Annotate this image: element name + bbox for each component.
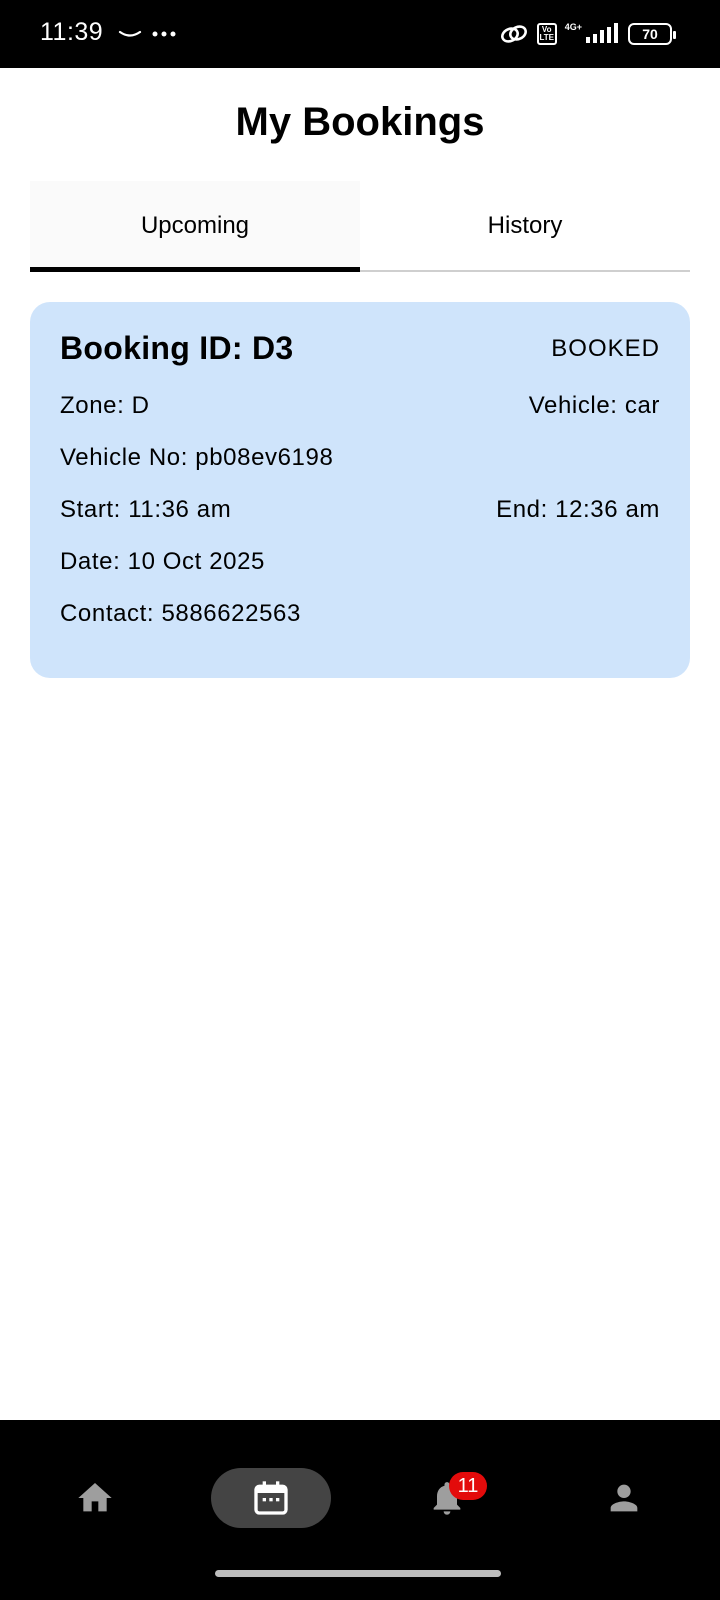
- gesture-home-indicator[interactable]: [215, 1570, 501, 1577]
- notification-count-badge: 11: [449, 1472, 487, 1500]
- booking-vehicle-no-row: Vehicle No: pb08ev6198: [60, 444, 660, 472]
- status-system-icons: Vo LTE 4G+ 70: [499, 18, 676, 50]
- hotspot-link-icon: [500, 25, 527, 43]
- page-title: My Bookings: [235, 100, 485, 144]
- tab-upcoming[interactable]: Upcoming: [30, 181, 360, 272]
- signal-icon: [586, 23, 618, 43]
- battery-icon: 70: [628, 23, 676, 45]
- status-time: 11:39: [40, 18, 104, 46]
- home-icon: [78, 1483, 112, 1512]
- booking-date: Date: 10 Oct 2025: [60, 548, 265, 575]
- battery-level: 70: [642, 26, 658, 42]
- booking-date-row: Date: 10 Oct 2025: [60, 548, 660, 576]
- status-badge: BOOKED: [551, 334, 660, 362]
- nav-bookings[interactable]: [211, 1468, 331, 1528]
- volte-icon: Vo LTE: [536, 23, 557, 45]
- amazon-smile-icon: [118, 30, 142, 37]
- calendar-icon: [254, 1481, 288, 1515]
- booking-card-header: Booking ID: D3 BOOKED: [60, 330, 660, 367]
- booking-zone: Zone: D: [60, 392, 150, 419]
- booking-card[interactable]: Booking ID: D3 BOOKED Zone: D Vehicle: c…: [30, 302, 690, 678]
- nav-profile[interactable]: [564, 1468, 684, 1528]
- tab-history[interactable]: History: [360, 181, 690, 270]
- booking-contact-row: Contact: 5886622563: [60, 600, 660, 628]
- network-type: 4G+: [564, 22, 582, 32]
- booking-tabs: Upcoming History: [30, 181, 690, 272]
- booking-start-time: Start: 11:36 am: [60, 496, 232, 523]
- booking-id: Booking ID: D3: [60, 330, 294, 366]
- booking-contact: Contact: 5886622563: [60, 600, 301, 627]
- nav-home[interactable]: [35, 1468, 155, 1528]
- booking-end-time: End: 12:36 am: [496, 496, 660, 523]
- booking-time-row: Start: 11:36 am End: 12:36 am: [60, 496, 660, 524]
- booking-vehicle-number: Vehicle No: pb08ev6198: [60, 444, 334, 471]
- nav-notifications[interactable]: 11: [387, 1468, 507, 1528]
- person-icon: [610, 1484, 638, 1512]
- status-bar: 11:39 Vo LTE 4G+ 70: [0, 0, 720, 68]
- booking-vehicle-type: Vehicle: car: [528, 392, 660, 419]
- status-notification-icons: [118, 20, 176, 48]
- more-dots-icon: [152, 31, 176, 37]
- booking-zone-row: Zone: D Vehicle: car: [60, 392, 660, 420]
